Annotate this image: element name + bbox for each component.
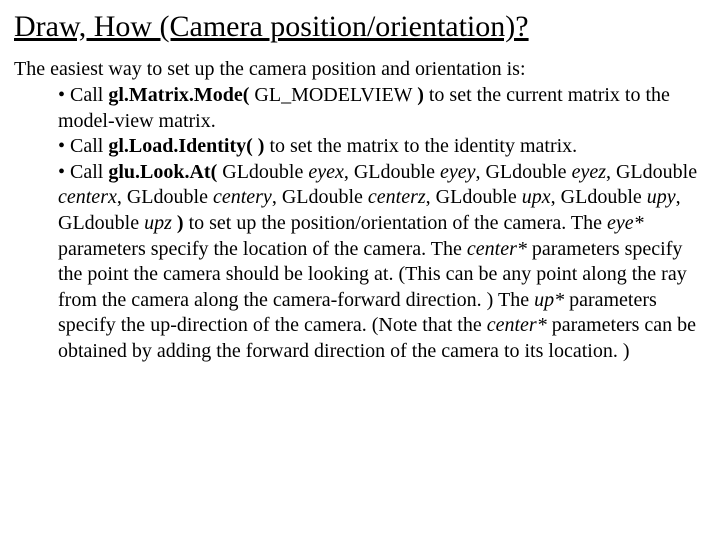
type-gldouble: GLdouble — [58, 212, 144, 234]
page-title: Draw, How (Camera position/orientation)? — [14, 10, 706, 44]
sep: , — [272, 186, 282, 208]
sep: , — [551, 186, 561, 208]
type-gldouble: GLdouble — [354, 161, 440, 183]
bullet1-prefix: • Call — [58, 84, 108, 106]
bullet2-suffix: to set the matrix to the identity matrix… — [264, 135, 577, 157]
param-upx: upx — [522, 186, 551, 208]
arg-modelview: GL_MODELVIEW — [249, 84, 417, 106]
ref-center: center* — [467, 238, 527, 260]
ref-up: up* — [534, 289, 564, 311]
param-eyez: eyez — [572, 161, 606, 183]
intro-text: The easiest way to set up the camera pos… — [14, 58, 706, 81]
sep: , — [117, 186, 127, 208]
type-gldouble: GLdouble — [485, 161, 571, 183]
sep: , — [475, 161, 485, 183]
type-gldouble: GLdouble — [282, 186, 368, 208]
fn-lookat: glu.Look.At( — [108, 161, 217, 183]
bullet3-text2: parameters specify the location of the c… — [58, 238, 467, 260]
param-centerz: centerz — [368, 186, 426, 208]
type-gldouble: GLdouble — [436, 186, 522, 208]
param-eyey: eyey — [440, 161, 476, 183]
ref-center2: center* — [487, 314, 547, 336]
param-upz: upz — [144, 212, 172, 234]
param-centerx: centerx — [58, 186, 117, 208]
sep: , — [426, 186, 436, 208]
fn-loadidentity: gl.Load.Identity( ) — [108, 135, 264, 157]
sep: , — [606, 161, 616, 183]
type-gldouble: GLdouble — [127, 186, 213, 208]
body-content: • Call gl.Matrix.Mode( GL_MODELVIEW ) to… — [14, 83, 706, 365]
type-gldouble: GLdouble — [561, 186, 647, 208]
bullet2-prefix: • Call — [58, 135, 108, 157]
bullet3-text1: to set up the position/orientation of th… — [184, 212, 607, 234]
fn-lookat-close: ) — [172, 212, 184, 234]
param-centery: centery — [213, 186, 272, 208]
type-gldouble: GLdouble — [616, 161, 697, 183]
fn-matrixmode-close: ) — [417, 84, 424, 106]
bullet3-prefix: • Call — [58, 161, 108, 183]
param-eyex: eyex — [308, 161, 344, 183]
fn-matrixmode: gl.Matrix.Mode( — [108, 84, 249, 106]
sep: , — [676, 186, 681, 208]
param-upy: upy — [647, 186, 676, 208]
sep: , — [344, 161, 354, 183]
type-gldouble: GLdouble — [222, 161, 308, 183]
ref-eye: eye* — [607, 212, 644, 234]
